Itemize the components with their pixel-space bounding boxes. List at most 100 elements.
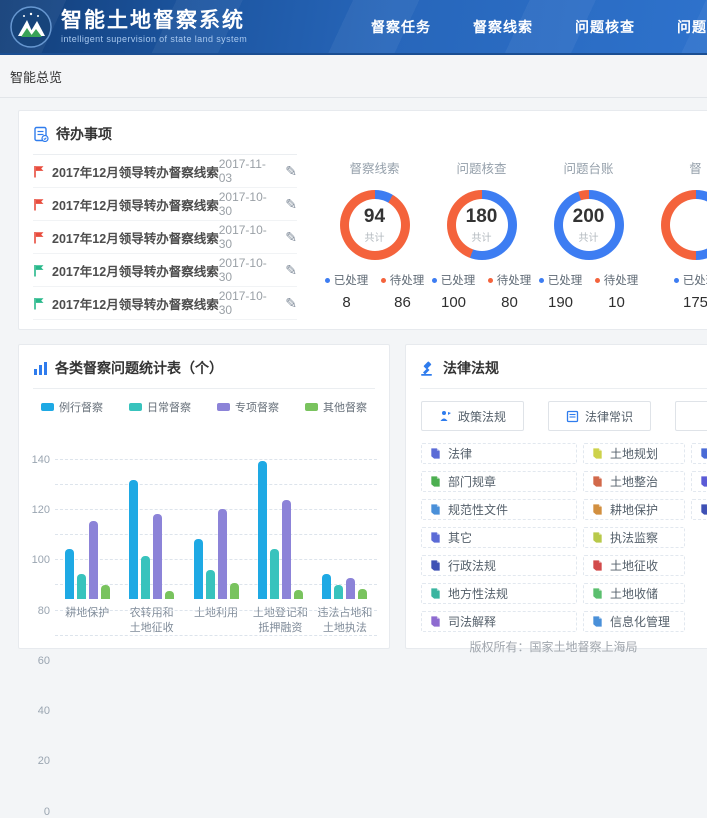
- y-tick-label: 100: [32, 554, 50, 566]
- bar[interactable]: [165, 591, 174, 599]
- law-item[interactable]: 规范性文件: [421, 499, 577, 520]
- bar[interactable]: [65, 549, 74, 599]
- bar[interactable]: [358, 589, 367, 599]
- pending-label: 待处理: [595, 272, 639, 288]
- edit-icon[interactable]: ✎: [285, 163, 297, 180]
- legend-swatch-icon: [129, 403, 142, 411]
- law-item[interactable]: 土地收储: [583, 583, 685, 604]
- flag-icon: [33, 264, 45, 277]
- todo-row[interactable]: 2017年12月领导转办督察线索2017-10-30✎: [33, 221, 297, 254]
- nav-item[interactable]: 问题: [677, 17, 707, 37]
- bar-group: [184, 509, 248, 600]
- law-tabs: 政策法规 法律常识: [421, 401, 707, 431]
- top-bar: 智能土地督察系统 intelligent supervision of stat…: [0, 0, 707, 55]
- law-item[interactable]: 土地征收: [583, 555, 685, 576]
- bar-chart-icon: [33, 361, 48, 376]
- nav-item[interactable]: 督察线索: [473, 17, 533, 37]
- processed-dot-icon: [674, 278, 679, 283]
- book-icon: [591, 559, 604, 572]
- bar-group: [119, 480, 183, 599]
- y-tick-label: 140: [32, 454, 50, 466]
- book-icon: [699, 503, 707, 516]
- law-item[interactable]: 其它: [421, 527, 577, 548]
- bar[interactable]: [194, 539, 203, 599]
- processed-label: 已处理: [674, 272, 707, 288]
- bar[interactable]: [282, 500, 291, 599]
- breadcrumb-bar: 智能总览: [0, 55, 707, 98]
- law-item[interactable]: 司法解释: [421, 611, 577, 632]
- legend-item[interactable]: 日常督察: [129, 399, 191, 415]
- nav-item[interactable]: 督察任务: [371, 17, 431, 37]
- edit-icon[interactable]: ✎: [285, 229, 297, 246]
- law-item[interactable]: 土地规划: [583, 443, 685, 464]
- policy-icon: [439, 410, 452, 423]
- donut-center: [661, 190, 707, 260]
- gauge-title: 督: [642, 158, 707, 177]
- law-item[interactable]: 行政法规: [421, 555, 577, 576]
- processed-label: 已处理: [432, 272, 476, 288]
- bar[interactable]: [206, 570, 215, 599]
- gauge: 问题核查180共计已处理100待处理80: [428, 158, 535, 329]
- edit-icon[interactable]: ✎: [285, 295, 297, 312]
- bar-chart-card: 各类督察问题统计表（个） 例行督察日常督察专项督察其他督察 0204060801…: [18, 344, 390, 649]
- law-grid: 法律 土地规划 部门规章 土地整治 规范性文件 耕地保护 其它 执法监察 行政法…: [421, 443, 707, 632]
- y-tick-label: 80: [38, 605, 50, 617]
- law-tab-more[interactable]: [675, 401, 707, 431]
- donut-chart: 94共计: [340, 190, 410, 260]
- law-item[interactable]: [691, 499, 707, 520]
- edit-icon[interactable]: ✎: [285, 262, 297, 279]
- law-tab-法律常识[interactable]: 法律常识: [548, 401, 651, 431]
- legend-item[interactable]: 其他督察: [305, 399, 367, 415]
- nav-item[interactable]: 问题核查: [575, 17, 635, 37]
- bar[interactable]: [218, 509, 227, 600]
- law-item[interactable]: [691, 443, 707, 464]
- edit-icon[interactable]: ✎: [285, 196, 297, 213]
- legend-item[interactable]: 专项督察: [217, 399, 279, 415]
- bar[interactable]: [322, 574, 331, 599]
- bar[interactable]: [141, 556, 150, 599]
- bar-group: [55, 521, 119, 599]
- book-icon: [429, 615, 442, 628]
- todo-item-date: 2017-10-30: [219, 289, 274, 317]
- donut-center: 94共计: [340, 190, 410, 260]
- book-icon: [699, 447, 707, 460]
- law-item[interactable]: 耕地保护: [583, 499, 685, 520]
- law-item[interactable]: [691, 471, 707, 492]
- legend-item[interactable]: 例行督察: [41, 399, 103, 415]
- bar[interactable]: [101, 585, 110, 599]
- todo-row[interactable]: 2017年12月领导转办督察线索2017-10-30✎: [33, 287, 297, 320]
- bar[interactable]: [270, 549, 279, 599]
- breadcrumb: 智能总览: [10, 67, 62, 86]
- bar[interactable]: [129, 480, 138, 599]
- book-icon: [699, 475, 707, 488]
- law-item[interactable]: 部门规章: [421, 471, 577, 492]
- app-logo-icon: [10, 6, 52, 48]
- law-item[interactable]: 土地整治: [583, 471, 685, 492]
- processed-dot-icon: [325, 278, 330, 283]
- law-item[interactable]: 信息化管理: [583, 611, 685, 632]
- donut-center: 180共计: [447, 190, 517, 260]
- book-icon: [429, 559, 442, 572]
- bar[interactable]: [258, 461, 267, 599]
- law-tab-政策法规[interactable]: 政策法规: [421, 401, 524, 431]
- gauge-title: 问题台账: [535, 158, 642, 177]
- processed-value: 100: [432, 294, 476, 311]
- bar[interactable]: [334, 585, 343, 599]
- todo-row[interactable]: 2017年12月领导转办督察线索2017-10-30✎: [33, 254, 297, 287]
- law-item[interactable]: 地方性法规: [421, 583, 577, 604]
- donut-chart: 200共计: [554, 190, 624, 260]
- book-icon: [429, 531, 442, 544]
- todo-row[interactable]: 2017年12月领导转办督察线索2017-11-03✎: [33, 155, 297, 188]
- bar-group: [313, 574, 377, 599]
- bar[interactable]: [153, 514, 162, 599]
- law-item[interactable]: 执法监察: [583, 527, 685, 548]
- bar[interactable]: [89, 521, 98, 599]
- bar[interactable]: [77, 574, 86, 599]
- bar[interactable]: [294, 590, 303, 599]
- bar[interactable]: [230, 583, 239, 599]
- bar[interactable]: [346, 578, 355, 599]
- todo-row[interactable]: 2017年12月领导转办督察线索2017-10-30✎: [33, 188, 297, 221]
- law-item[interactable]: 法律: [421, 443, 577, 464]
- top-nav: 督察任务 督察线索 问题核查 问题: [371, 17, 707, 37]
- todo-item-text: 2017年12月领导转办督察线索: [52, 162, 219, 181]
